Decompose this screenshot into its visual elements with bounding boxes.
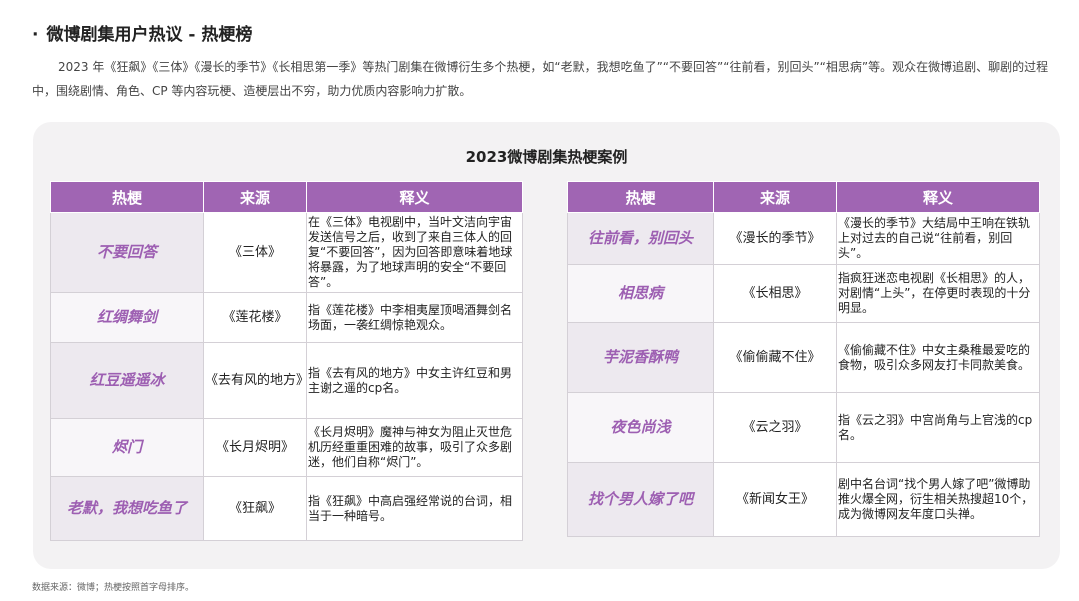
header-source: 来源 — [713, 181, 837, 213]
meme-cell: 老默，我想吃鱼了 — [50, 476, 204, 541]
source-cell: 《三体》 — [203, 212, 307, 293]
meme-cell: 芋泥香酥鸭 — [567, 322, 714, 393]
explanation-cell: 在《三体》电视剧中，当叶文洁向宇宙发送信号之后，收到了来自三体人的回复“不要回答… — [306, 212, 523, 293]
table-header-row: 热梗 来源 释义 — [567, 181, 1040, 213]
bullet: · — [32, 25, 39, 45]
source-cell: 《长月烬明》 — [203, 418, 307, 477]
source-cell: 《去有风的地方》 — [203, 342, 309, 419]
table-row: 老默，我想吃鱼了 《狂飙》 指《狂飙》中高启强经常说的台词，相当于一种暗号。 — [50, 476, 523, 541]
table-row: 往前看，别回头 《漫长的季节》 《漫长的季节》大结局中王响在铁轨上对过去的自己说… — [567, 212, 1040, 265]
table-row: 红绸舞剑 《莲花楼》 指《莲花楼》中李相夷屋顶喝酒舞剑名场面，一袭红绸惊艳观众。 — [50, 292, 523, 343]
header-meme: 热梗 — [50, 181, 204, 213]
explanation-cell: 《漫长的季节》大结局中王响在铁轨上对过去的自己说“往前看，别回头”。 — [836, 212, 1040, 265]
explanation-cell: 指《去有风的地方》中女主许红豆和男主谢之遥的cp名。 — [306, 342, 523, 419]
explanation-cell: 指《云之羽》中宫尚角与上官浅的cp名。 — [836, 392, 1040, 463]
explanation-cell: 指《莲花楼》中李相夷屋顶喝酒舞剑名场面，一袭红绸惊艳观众。 — [306, 292, 523, 343]
meme-cell: 找个男人嫁了吧 — [567, 462, 714, 537]
table-row: 烬门 《长月烬明》 《长月烬明》魔神与神女为阻止灭世危机历经重重困难的故事，吸引… — [50, 418, 523, 477]
intro-paragraph: 2023 年《狂飙》《三体》《漫长的季节》《长相思第一季》等热门剧集在微博衍生多… — [32, 60, 1049, 98]
header-meme: 热梗 — [567, 181, 714, 213]
footnote: 数据来源：微博；热梗按照首字母排序。 — [32, 583, 195, 593]
explanation-cell: 《长月烬明》魔神与神女为阻止灭世危机历经重重困难的故事，吸引了众多剧迷，他们自称… — [306, 418, 523, 477]
right-meme-table: 热梗 来源 释义 往前看，别回头 《漫长的季节》 《漫长的季节》大结局中王响在铁… — [567, 181, 1040, 537]
source-cell: 《云之羽》 — [713, 392, 837, 463]
meme-cell: 不要回答 — [50, 212, 204, 293]
source-cell: 《狂飙》 — [203, 476, 307, 541]
left-meme-table: 热梗 来源 释义 不要回答 《三体》 在《三体》电视剧中，当叶文洁向宇宙发送信号… — [50, 181, 523, 541]
meme-cell: 往前看，别回头 — [567, 212, 714, 265]
section-title-text: 微博剧集用户热议 - 热梗榜 — [46, 25, 253, 45]
source-cell: 《漫长的季节》 — [713, 212, 837, 265]
source-cell: 《长相思》 — [713, 264, 837, 323]
panel-title: 2023微博剧集热梗案例 — [465, 148, 628, 166]
meme-cell: 烬门 — [50, 418, 204, 477]
explanation-cell: 指疯狂迷恋电视剧《长相思》的人，对剧情“上头”，在停更时表现的十分明显。 — [836, 264, 1040, 323]
header-explanation: 释义 — [836, 181, 1040, 213]
source-cell: 《新闻女王》 — [713, 462, 837, 537]
source-cell: 《莲花楼》 — [203, 292, 307, 343]
meme-cell: 红豆遥遥冰 — [50, 342, 204, 419]
table-row: 找个男人嫁了吧 《新闻女王》 剧中名台词“找个男人嫁了吧”微博助推火爆全网，衍生… — [567, 462, 1040, 537]
table-row: 红豆遥遥冰 《去有风的地方》 指《去有风的地方》中女主许红豆和男主谢之遥的cp名… — [50, 342, 523, 419]
header-explanation: 释义 — [306, 181, 523, 213]
header-source: 来源 — [203, 181, 307, 213]
meme-cell: 相思病 — [567, 264, 714, 323]
explanation-cell: 《偷偷藏不住》中女主桑稚最爱吃的食物，吸引众多网友打卡同款美食。 — [836, 322, 1040, 393]
explanation-cell: 剧中名台词“找个男人嫁了吧”微博助推火爆全网，衍生相关热搜超10个，成为微博网友… — [836, 462, 1040, 537]
source-cell: 《偷偷藏不住》 — [713, 322, 837, 393]
explanation-cell: 指《狂飙》中高启强经常说的台词，相当于一种暗号。 — [306, 476, 523, 541]
table-row: 不要回答 《三体》 在《三体》电视剧中，当叶文洁向宇宙发送信号之后，收到了来自三… — [50, 212, 523, 293]
table-row: 夜色尚浅 《云之羽》 指《云之羽》中宫尚角与上官浅的cp名。 — [567, 392, 1040, 463]
section-title: · 微博剧集用户热议 - 热梗榜 — [32, 20, 252, 45]
table-row: 芋泥香酥鸭 《偷偷藏不住》 《偷偷藏不住》中女主桑稚最爱吃的食物，吸引众多网友打… — [567, 322, 1040, 393]
table-row: 相思病 《长相思》 指疯狂迷恋电视剧《长相思》的人，对剧情“上头”，在停更时表现… — [567, 264, 1040, 323]
meme-cell: 红绸舞剑 — [50, 292, 204, 343]
meme-cell: 夜色尚浅 — [567, 392, 714, 463]
table-header-row: 热梗 来源 释义 — [50, 181, 523, 213]
